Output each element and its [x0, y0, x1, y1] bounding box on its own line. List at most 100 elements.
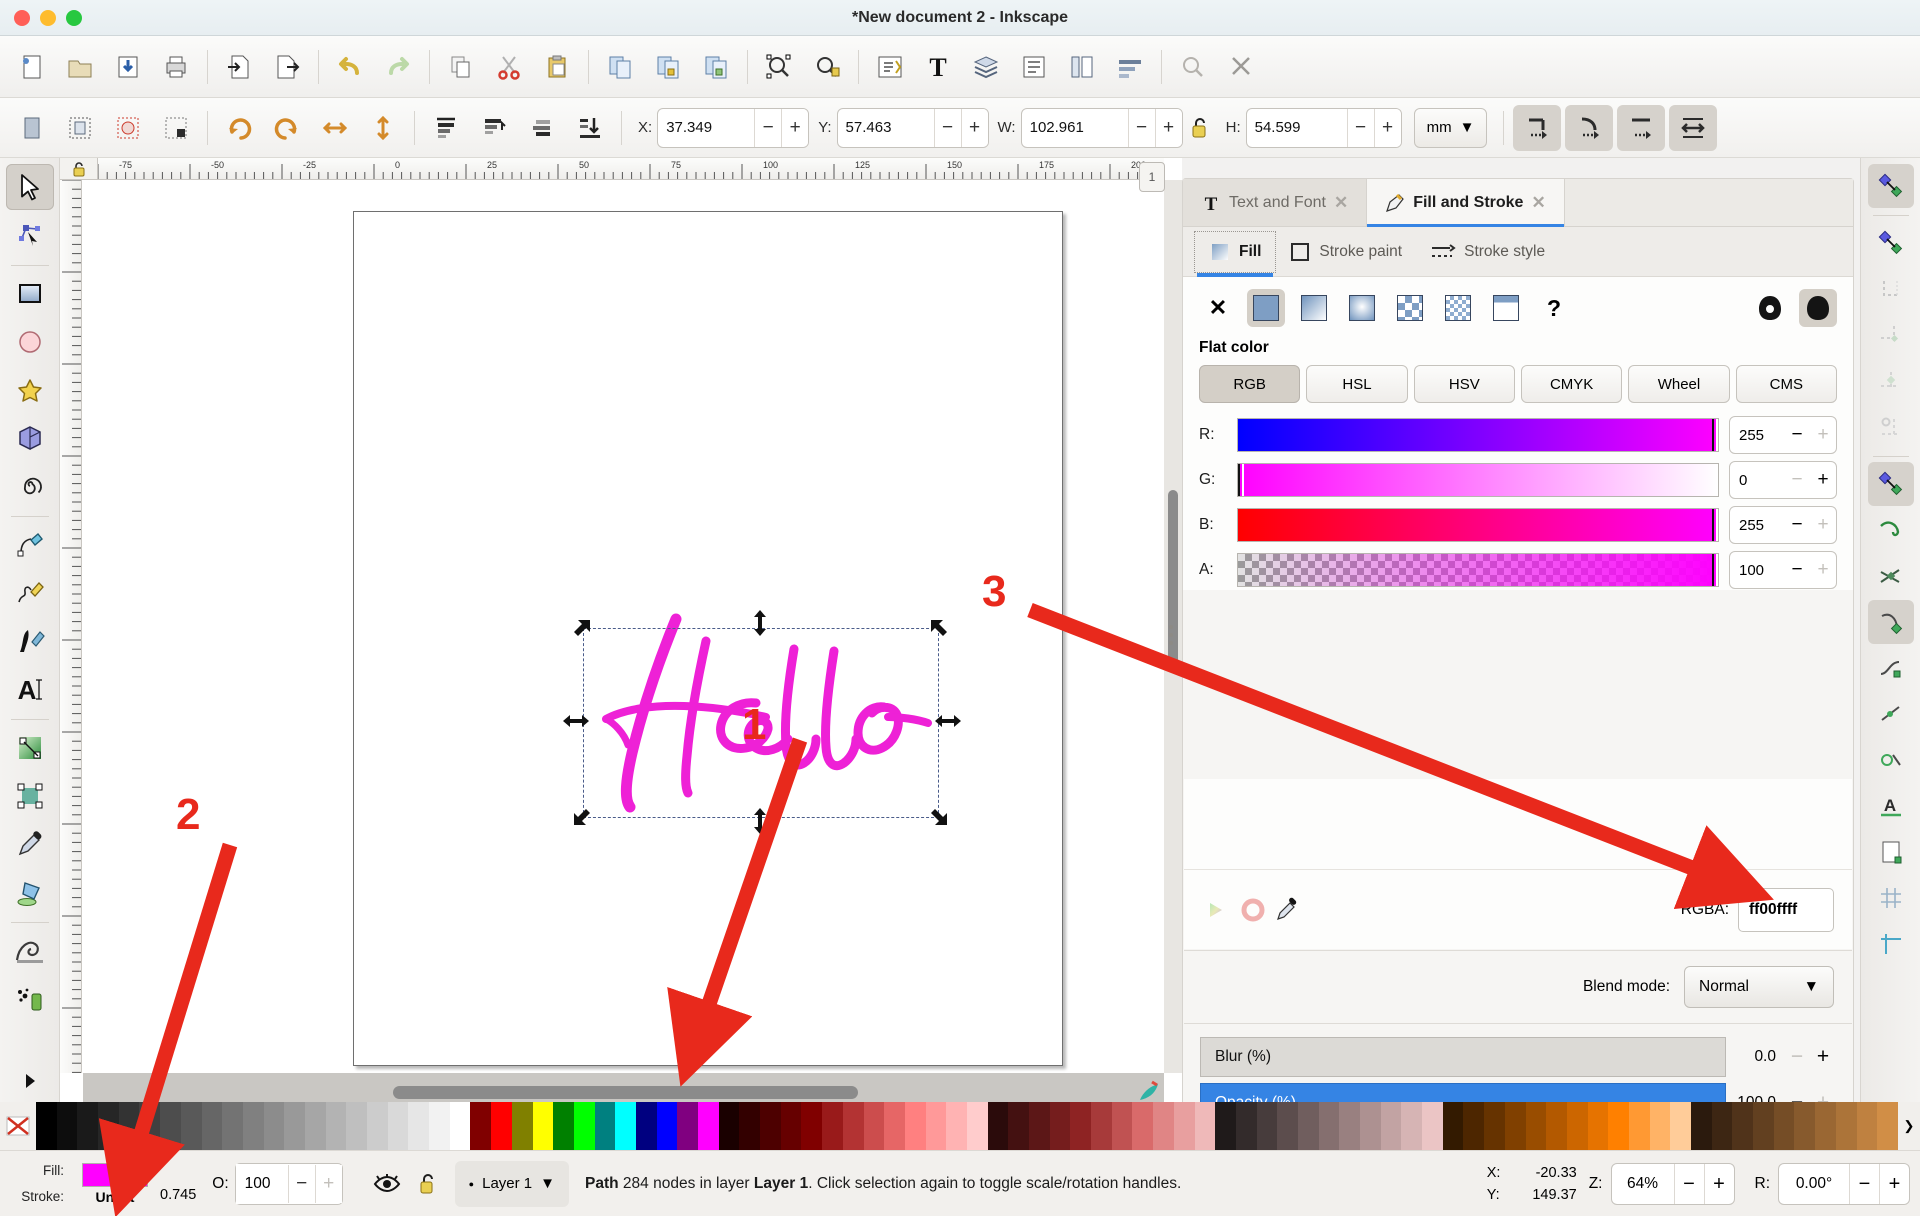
palette-swatch[interactable] [1194, 1102, 1216, 1150]
sidebar-item-text-tool[interactable]: A [6, 666, 54, 712]
x-decrement[interactable]: − [754, 108, 782, 147]
palette-swatch[interactable] [635, 1102, 657, 1150]
sidebar-item-mesh-tool[interactable] [6, 773, 54, 819]
channel-knob-r[interactable] [1712, 419, 1718, 451]
tab-text-and-font[interactable]: T Text and Font ✕ [1183, 179, 1368, 226]
sidebar-item-selector-tool[interactable] [5, 164, 54, 210]
blur-increment[interactable]: + [1810, 1045, 1836, 1069]
y-field[interactable]: − + [836, 107, 989, 148]
palette-swatch[interactable] [1815, 1102, 1836, 1150]
palette-swatch[interactable] [573, 1102, 595, 1150]
rotation-increment[interactable]: + [1879, 1163, 1909, 1204]
statusbar-opacity-field[interactable]: − + [234, 1162, 343, 1205]
import-icon[interactable] [215, 43, 263, 91]
palette-swatch[interactable] [346, 1102, 367, 1150]
sidebar-item-spiral-tool[interactable] [6, 463, 54, 509]
new-document-icon[interactable] [8, 43, 56, 91]
color-picker-wheel-icon[interactable] [1202, 893, 1236, 927]
scale-handle-w[interactable] [563, 711, 589, 733]
y-input[interactable] [837, 108, 934, 147]
open-document-icon[interactable] [56, 43, 104, 91]
snap-smooth-node-button[interactable] [1868, 646, 1914, 690]
palette-swatch[interactable] [966, 1102, 988, 1150]
palette-swatch[interactable] [1587, 1102, 1609, 1150]
snap-guides-button[interactable] [1868, 922, 1914, 966]
channel-slider-g[interactable] [1237, 463, 1719, 497]
palette-swatch[interactable] [1049, 1102, 1071, 1150]
scale-handle-n[interactable] [750, 610, 772, 636]
palette-swatch[interactable] [1132, 1102, 1154, 1150]
sidebar-item-dropper-tool[interactable] [6, 821, 54, 867]
select-all-in-layers-icon[interactable] [56, 104, 104, 152]
blend-mode-select[interactable]: Normal ▼ [1684, 965, 1834, 1008]
palette-swatch[interactable] [987, 1102, 1009, 1150]
paint-type-radial-gradient[interactable] [1343, 289, 1381, 327]
palette-swatch[interactable] [1753, 1102, 1774, 1150]
sidebar-item-ellipse-tool[interactable] [6, 319, 54, 365]
layer-lock-toggle[interactable] [409, 1171, 449, 1197]
snap-midpoint-button[interactable] [1868, 692, 1914, 736]
color-mode-wheel[interactable]: Wheel [1628, 365, 1730, 403]
palette-swatch[interactable] [1856, 1102, 1878, 1150]
palette-swatch[interactable] [222, 1102, 243, 1150]
palette-swatch[interactable] [615, 1102, 636, 1150]
unlink-clone-icon[interactable] [692, 43, 740, 91]
vertical-ruler[interactable] [60, 180, 82, 1073]
rotate-ccw-icon[interactable] [215, 104, 263, 152]
palette-swatch[interactable] [553, 1102, 574, 1150]
units-selector[interactable]: mm ▼ [1413, 107, 1488, 148]
opacity-decrement[interactable]: − [287, 1164, 315, 1203]
paint-type-flat-color[interactable] [1247, 289, 1285, 327]
affect-scale-stroke-icon[interactable] [1617, 104, 1666, 151]
paint-type-swatch[interactable] [1439, 289, 1477, 327]
h-input[interactable] [1246, 108, 1347, 147]
rotation-field[interactable]: 0.00° − + [1778, 1162, 1910, 1205]
palette-swatch[interactable] [449, 1102, 471, 1150]
color-mode-rgb[interactable]: RGB [1199, 365, 1301, 403]
affect-move-icon[interactable] [1513, 104, 1562, 151]
blur-decrement[interactable]: − [1784, 1045, 1810, 1069]
tab-fill-and-stroke[interactable]: Fill and Stroke ✕ [1367, 179, 1565, 227]
deselect-icon[interactable] [104, 104, 152, 152]
scale-handle-ne[interactable] [928, 617, 950, 639]
x-input[interactable] [658, 108, 755, 147]
palette-swatch[interactable] [884, 1102, 905, 1150]
palette-swatch[interactable] [1691, 1102, 1712, 1150]
paint-type-no-paint[interactable]: ✕ [1199, 289, 1237, 327]
snap-bbox-center-button[interactable] [1868, 359, 1914, 403]
raise-to-top-icon[interactable] [422, 104, 470, 152]
snap-bounding-box-button[interactable] [1868, 221, 1914, 265]
sidebar-item-rectangle-tool[interactable] [6, 271, 54, 317]
no-color-icon[interactable] [0, 1102, 36, 1150]
sidebar-item-box3d-tool[interactable] [6, 415, 54, 461]
palette-swatch[interactable] [56, 1102, 78, 1150]
color-mode-hsv[interactable]: HSV [1413, 365, 1515, 403]
channel-value-a[interactable]: 100 − + [1729, 551, 1837, 589]
objects-icon[interactable] [1010, 43, 1058, 91]
h-decrement[interactable]: − [1346, 108, 1374, 147]
snap-page-border-button[interactable] [1868, 830, 1914, 874]
flip-horizontal-icon[interactable] [311, 104, 359, 152]
w-field[interactable]: − + [1020, 107, 1183, 148]
palette-swatch[interactable] [594, 1102, 616, 1150]
palette-swatch[interactable] [1504, 1102, 1526, 1150]
palette-swatch[interactable] [1794, 1102, 1816, 1150]
w-decrement[interactable]: − [1127, 108, 1155, 147]
palette-swatch[interactable] [408, 1102, 430, 1150]
copy-icon[interactable] [437, 43, 485, 91]
palette-swatch[interactable] [1525, 1102, 1547, 1150]
text-tool-icon[interactable]: T [914, 43, 962, 91]
rotation-value[interactable]: 0.00° [1779, 1175, 1849, 1193]
sidebar-item-tweak-tool[interactable] [6, 928, 54, 974]
blur-slider[interactable]: Blur (%) [1200, 1037, 1726, 1077]
palette-swatch[interactable] [1091, 1102, 1112, 1150]
eyedropper-icon[interactable] [1270, 893, 1304, 927]
zoom-value[interactable]: 64% [1612, 1175, 1674, 1193]
channel-slider-a[interactable] [1237, 553, 1719, 587]
palette-swatch[interactable] [1070, 1102, 1092, 1150]
palette-scroll-right-icon[interactable]: ❯ [1898, 1102, 1920, 1150]
palette-swatch[interactable] [1339, 1102, 1360, 1150]
palette-swatch[interactable] [1235, 1102, 1257, 1150]
palette-swatch[interactable] [180, 1102, 202, 1150]
palette-swatch[interactable] [1029, 1102, 1050, 1150]
